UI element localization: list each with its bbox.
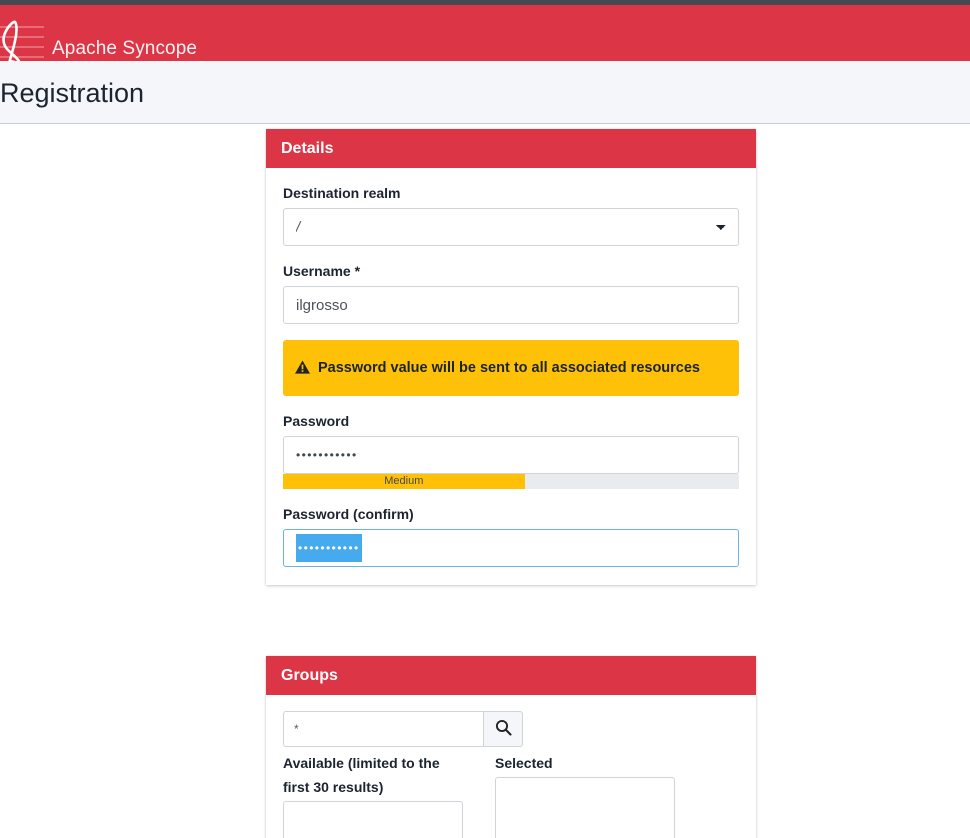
password-confirm-value: ••••••••••• [296, 534, 362, 562]
page-title: Registration [0, 78, 145, 108]
username-input[interactable] [283, 286, 739, 324]
password-confirm-label: Password (confirm) [283, 506, 414, 522]
selected-label: Selected [495, 755, 553, 771]
groups-dual-list: Available (limited to the first 30 resul… [283, 751, 739, 838]
password-input-inner: ••••••••••• [296, 443, 726, 467]
username-label: Username * [283, 263, 361, 279]
password-input[interactable]: ••••••••••• [283, 436, 739, 474]
password-warning-alert: Password value will be sent to all assoc… [283, 340, 739, 396]
password-confirm-input-inner: ••••••••••• [296, 534, 726, 562]
destination-realm-label: Destination realm [283, 185, 401, 201]
top-navbar: Apache Syncope [0, 5, 970, 89]
password-warning-text: Password value will be sent to all assoc… [318, 360, 700, 376]
search-icon [495, 719, 512, 739]
groups-search-input[interactable] [283, 711, 483, 747]
destination-realm-group: Destination realm / [283, 184, 739, 246]
password-group: Password ••••••••••• Medium [283, 412, 739, 489]
details-card: Details Destination realm / Username * i… [266, 129, 756, 585]
username-group: Username * [283, 262, 739, 324]
password-strength-meter: Medium [283, 474, 739, 489]
content-area: Details Destination realm / Username * i… [0, 124, 970, 838]
brand-title: Apache Syncope [52, 38, 198, 59]
available-label: Available (limited to the first 30 resul… [283, 755, 440, 795]
available-column: Available (limited to the first 30 resul… [283, 751, 463, 838]
groups-search-button[interactable] [483, 711, 523, 747]
details-card-body: Destination realm / Username * ilgrosso … [266, 168, 756, 585]
warning-triangle-icon [295, 359, 310, 377]
password-value: ••••••••••• [296, 448, 358, 462]
page-title-band [0, 61, 970, 124]
registration-page: Apache Syncope Registration Details Dest… [0, 0, 970, 838]
password-confirm-input[interactable]: ••••••••••• [283, 529, 739, 567]
selected-column: Selected [495, 751, 675, 838]
groups-card-body: Available (limited to the first 30 resul… [266, 695, 756, 838]
password-strength-label: Medium [384, 475, 424, 487]
details-card-header: Details [266, 129, 756, 168]
password-confirm-group: Password (confirm) ••••••••••• [283, 505, 739, 567]
groups-card: Groups Available ( [266, 656, 756, 838]
groups-search-row [283, 711, 739, 747]
groups-card-header: Groups [266, 656, 756, 695]
password-label: Password [283, 413, 350, 429]
destination-realm-select[interactable]: / [283, 208, 739, 246]
available-list-box[interactable] [283, 801, 463, 838]
selected-list-box[interactable] [495, 777, 675, 838]
